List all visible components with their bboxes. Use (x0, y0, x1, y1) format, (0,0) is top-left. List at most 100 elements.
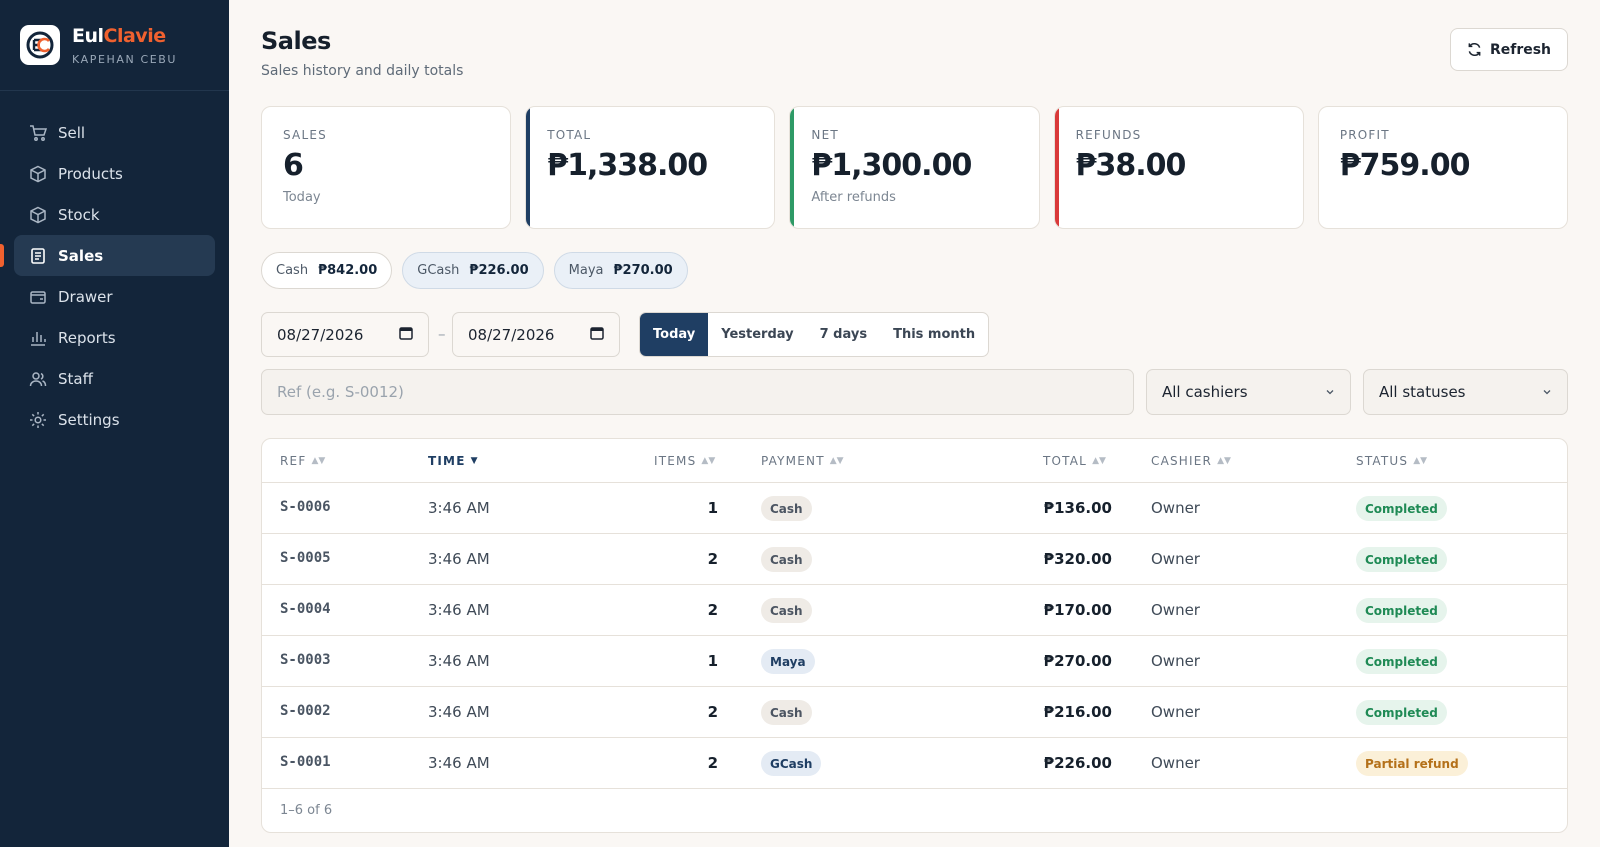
row-items: 2 (707, 601, 718, 619)
sidebar-item-sales[interactable]: Sales (0, 235, 215, 276)
box-icon (28, 164, 48, 184)
payment-badge: Cash (761, 700, 812, 725)
row-cashier: Owner (1151, 499, 1200, 517)
row-items: 2 (707, 550, 718, 568)
column-header-items[interactable]: ITEMS ▲▼ (654, 454, 715, 468)
range-yesterday-button[interactable]: Yesterday (708, 313, 806, 356)
sidebar-item-products[interactable]: Products (14, 153, 215, 194)
row-total: ₱320.00 (1043, 550, 1112, 568)
column-header-total[interactable]: TOTAL ▲▼ (1043, 454, 1106, 468)
sidebar-item-drawer[interactable]: Drawer (14, 276, 215, 317)
table-header: REF ▲▼ TIME ▼ ITEMS ▲▼ PAYMENT ▲▼ TOTAL ▲▼ CA… (262, 439, 1567, 483)
sort-icon: ▲▼ (701, 456, 716, 466)
table-row[interactable]: S-0001 3:46 AM 2 GCash ₱226.00 Owner Par… (262, 738, 1567, 789)
ref-search-input[interactable]: Ref (e.g. S-0012) (261, 369, 1134, 415)
card-label: TOTAL (547, 128, 592, 142)
range-7days-button[interactable]: 7 days (807, 313, 880, 356)
brand-subtitle: KAPEHAN CEBU (72, 52, 178, 66)
card-net: NET ₱1,300.00 After refunds (789, 106, 1040, 229)
table-row[interactable]: S-0002 3:46 AM 2 Cash ₱216.00 Owner Comp… (262, 687, 1567, 738)
wallet-icon (28, 287, 48, 307)
payment-chip-gcash: GCash ₱226.00 (402, 252, 544, 289)
cashier-select-value: All cashiers (1162, 383, 1248, 401)
card-value: ₱759.00 (1339, 148, 1471, 183)
table-row[interactable]: S-0004 3:46 AM 2 Cash ₱170.00 Owner Comp… (262, 585, 1567, 636)
card-sales: SALES 6 Today (261, 106, 512, 229)
payment-chip-maya: Maya ₱270.00 (553, 252, 688, 289)
row-ref: S-0003 (280, 652, 331, 668)
date-to-input[interactable]: 08/27/2026 (452, 312, 620, 357)
table-row[interactable]: S-0003 3:46 AM 1 Maya ₱270.00 Owner Comp… (262, 636, 1567, 687)
sidebar-item-reports[interactable]: Reports (14, 317, 215, 358)
brand-name-part1: Eul (72, 24, 104, 47)
sidebar-item-settings[interactable]: Settings (14, 399, 215, 440)
column-header-payment[interactable]: PAYMENT ▲▼ (761, 454, 844, 468)
sidebar-item-label: Sales (58, 246, 104, 265)
cashier-select[interactable]: All cashiers (1146, 369, 1351, 415)
refresh-label: Refresh (1489, 41, 1552, 58)
sidebar-item-staff[interactable]: Staff (14, 358, 215, 399)
status-select[interactable]: All statuses (1363, 369, 1568, 415)
sidebar-item-stock[interactable]: Stock (14, 194, 215, 235)
column-label: REF (280, 454, 307, 468)
row-cashier: Owner (1151, 703, 1200, 721)
row-cashier: Owner (1151, 652, 1200, 670)
sort-icon: ▲▼ (311, 456, 326, 466)
chevron-down-icon (1325, 383, 1335, 401)
calendar-icon (590, 326, 604, 344)
sort-icon: ▲▼ (829, 456, 844, 466)
column-header-cashier[interactable]: CASHIER ▲▼ (1151, 454, 1231, 468)
row-ref: S-0002 (280, 703, 331, 719)
card-total: TOTAL ₱1,338.00 (525, 106, 776, 229)
sidebar-item-label: Products (58, 164, 123, 183)
chevron-down-icon (1542, 383, 1552, 401)
gear-icon (28, 410, 48, 430)
payment-badge: Cash (761, 598, 812, 623)
column-label: CASHIER (1151, 454, 1213, 468)
payment-totals: Cash ₱842.00 GCash ₱226.00 Maya ₱270.00 (261, 252, 688, 289)
row-time: 3:46 AM (428, 652, 490, 670)
payment-chip-cash: Cash ₱842.00 (261, 252, 393, 289)
column-header-status[interactable]: STATUS ▲▼ (1356, 454, 1427, 468)
payment-badge: Cash (761, 496, 812, 521)
column-label: ITEMS (654, 454, 697, 468)
date-separator: – (438, 325, 446, 343)
logo (20, 25, 60, 65)
chip-label: GCash (417, 263, 460, 278)
sort-icon: ▲▼ (1217, 456, 1231, 466)
row-total: ₱170.00 (1043, 601, 1112, 619)
column-label: STATUS (1356, 454, 1409, 468)
sidebar-item-label: Settings (58, 410, 120, 429)
card-label: PROFIT (1339, 128, 1390, 142)
table-row[interactable]: S-0005 3:46 AM 2 Cash ₱320.00 Owner Comp… (262, 534, 1567, 585)
refresh-icon (1467, 42, 1482, 57)
column-label: TIME (428, 454, 466, 468)
status-badge: Partial refund (1356, 751, 1468, 776)
row-total: ₱136.00 (1043, 499, 1112, 517)
status-select-value: All statuses (1379, 383, 1466, 401)
receipt-icon (28, 246, 48, 266)
main-content: Sales Sales history and daily totals Ref… (229, 0, 1600, 847)
sidebar-nav: Sell Products Stock Sales Drawer Reports… (0, 91, 229, 440)
range-today-button[interactable]: Today (640, 313, 709, 356)
sidebar-item-sell[interactable]: Sell (14, 112, 215, 153)
column-header-time[interactable]: TIME ▼ (428, 454, 478, 468)
brand: EulClavie KAPEHAN CEBU (0, 0, 229, 91)
sidebar-item-label: Drawer (58, 287, 113, 306)
range-this-month-button[interactable]: This month (880, 313, 988, 356)
refresh-button[interactable]: Refresh (1450, 28, 1568, 71)
pagination-summary: 1–6 of 6 (280, 803, 333, 818)
card-value: ₱38.00 (1075, 148, 1187, 183)
card-accent-stripe (526, 107, 531, 228)
stock-icon (28, 205, 48, 225)
payment-badge: GCash (761, 751, 822, 776)
card-profit: PROFIT ₱759.00 (1317, 106, 1569, 229)
status-badge: Completed (1356, 649, 1447, 674)
column-header-ref[interactable]: REF ▲▼ (280, 454, 325, 468)
sales-table: REF ▲▼ TIME ▼ ITEMS ▲▼ PAYMENT ▲▼ TOTAL ▲▼ CA… (261, 438, 1568, 833)
table-row[interactable]: S-0006 3:46 AM 1 Cash ₱136.00 Owner Comp… (262, 483, 1567, 534)
status-badge: Completed (1356, 598, 1447, 623)
date-from-input[interactable]: 08/27/2026 (261, 312, 429, 357)
chip-value: ₱226.00 (469, 263, 529, 278)
card-refunds: REFUNDS ₱38.00 (1053, 106, 1304, 229)
